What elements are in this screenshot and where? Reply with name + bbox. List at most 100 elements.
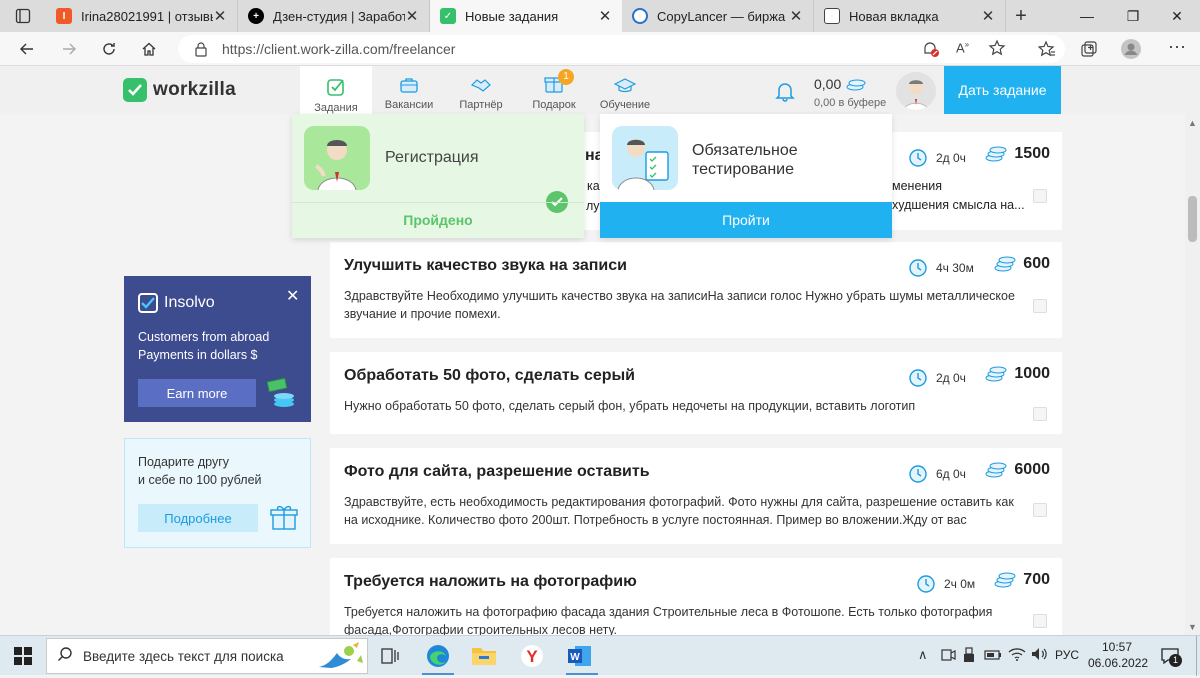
nav-vacancies[interactable]: Вакансии xyxy=(376,66,442,114)
nav-label: Вакансии xyxy=(384,99,434,111)
tray-overflow-icon[interactable]: ∧ xyxy=(918,647,928,663)
new-tab-button[interactable]: + xyxy=(1006,0,1036,32)
minimize-button[interactable]: — xyxy=(1064,0,1110,32)
nav-education[interactable]: Обучение xyxy=(596,66,654,114)
insolvo-brand: Insolvo xyxy=(164,294,215,311)
start-test-button[interactable]: Пройти xyxy=(600,202,892,238)
task-time: 2д 0ч xyxy=(908,148,966,168)
taskbar-search[interactable]: Введите здесь текст для поиска xyxy=(46,638,368,674)
volume-icon[interactable] xyxy=(1030,646,1048,667)
task-checkbox[interactable] xyxy=(1033,189,1047,203)
task-time: 2д 0ч xyxy=(908,368,966,388)
close-tab-icon[interactable]: ✕ xyxy=(981,7,995,25)
close-window-button[interactable]: ✕ xyxy=(1154,0,1200,32)
task-checkbox[interactable] xyxy=(1033,614,1047,628)
browser-tab-2[interactable]: + Дзен-студия | Заработок ✕ xyxy=(238,0,430,32)
browser-tab-3[interactable]: ✓ Новые задания ✕ xyxy=(430,0,622,32)
task-view-icon[interactable] xyxy=(376,642,404,670)
scroll-up-icon[interactable]: ▲ xyxy=(1188,118,1197,128)
close-promo-icon[interactable]: ✕ xyxy=(286,286,299,306)
url-field[interactable]: https://client.work-zilla.com/freelancer… xyxy=(178,35,1065,63)
notification-icon[interactable]: 1 xyxy=(1160,646,1182,671)
onboarding-popup: Регистрация Пройдено Обязательное тестир… xyxy=(292,114,892,240)
balance-row[interactable]: 0,00 xyxy=(814,76,869,92)
step-title: Регистрация xyxy=(385,149,479,166)
read-aloud-icon[interactable]: A» xyxy=(956,40,969,55)
word-app-icon[interactable]: W xyxy=(566,642,594,670)
close-tab-icon[interactable]: ✕ xyxy=(598,7,612,25)
nav-tasks[interactable]: Задания xyxy=(300,66,372,114)
task-card[interactable]: Требуется наложить на фотографию Требует… xyxy=(330,558,1062,637)
close-tab-icon[interactable]: ✕ xyxy=(789,7,803,25)
task-checkbox[interactable] xyxy=(1033,299,1047,313)
edge-app-icon[interactable] xyxy=(424,642,452,670)
nav-label: Подарок xyxy=(532,99,576,111)
site-header: workzilla Задания Вакансии Партнёр 1 Под… xyxy=(0,66,1200,114)
clock-icon xyxy=(909,465,927,483)
restore-button[interactable]: ❐ xyxy=(1110,0,1156,32)
blocked-popup-icon[interactable] xyxy=(922,40,940,63)
task-checkbox[interactable] xyxy=(1033,503,1047,517)
input-language[interactable]: РУС xyxy=(1055,648,1079,662)
tab-title: CopyLancer — биржа ко xyxy=(657,8,789,24)
earn-more-button[interactable]: Earn more xyxy=(138,379,256,407)
more-details-button[interactable]: Подробнее xyxy=(138,504,258,532)
task-card[interactable]: Фото для сайта, разрешение оставить Здра… xyxy=(330,448,1062,544)
back-icon[interactable] xyxy=(14,37,40,61)
close-tab-icon[interactable]: ✕ xyxy=(213,7,227,25)
promo-line: Payments in dollars $ xyxy=(138,348,258,362)
svg-text:Y: Y xyxy=(526,647,538,666)
meet-now-icon[interactable] xyxy=(940,647,956,668)
reload-icon[interactable] xyxy=(96,37,122,61)
task-desc-fragment: худшения смысла на... xyxy=(892,198,1025,212)
close-tab-icon[interactable]: ✕ xyxy=(405,7,419,25)
user-avatar[interactable] xyxy=(896,72,936,110)
yandex-browser-icon[interactable]: Y xyxy=(518,642,546,670)
test-illustration-icon xyxy=(612,126,678,190)
clock-area[interactable]: 10:57 06.06.2022 xyxy=(1088,639,1148,671)
coins-icon xyxy=(846,79,866,91)
nav-gift[interactable]: 1 Подарок xyxy=(524,66,584,114)
scrollbar-thumb[interactable] xyxy=(1188,196,1197,242)
tab-title: Новые задания xyxy=(465,8,559,24)
browser-tab-5[interactable]: Новая вкладка ✕ xyxy=(814,0,1006,32)
give-task-button[interactable]: Дать задание xyxy=(944,66,1061,114)
task-time: 2ч 0м xyxy=(916,574,975,594)
file-explorer-icon[interactable] xyxy=(470,642,498,670)
coins-icon xyxy=(994,256,1016,272)
clock-icon xyxy=(909,149,927,167)
workzilla-logo[interactable]: workzilla xyxy=(123,78,236,102)
profile-avatar-icon[interactable] xyxy=(1118,37,1144,61)
task-card[interactable]: Обработать 50 фото, сделать серый Нужно … xyxy=(330,352,1062,434)
notification-badge: 1 xyxy=(1169,654,1182,667)
promo-line: Customers from abroad xyxy=(138,330,270,344)
nav-partner[interactable]: Партнёр xyxy=(452,66,510,114)
forward-icon[interactable] xyxy=(56,37,82,61)
task-card[interactable]: Улучшить качество звука на записи Здравс… xyxy=(330,242,1062,338)
clock-time: 10:57 xyxy=(1101,640,1133,654)
lock-icon[interactable] xyxy=(194,41,208,62)
battery-icon[interactable] xyxy=(984,648,1002,667)
wifi-icon[interactable] xyxy=(1008,646,1026,667)
favorites-icon[interactable] xyxy=(1034,37,1060,61)
usb-icon[interactable] xyxy=(962,647,976,668)
show-desktop-button[interactable] xyxy=(1196,636,1200,676)
windows-start-icon[interactable] xyxy=(14,647,32,670)
scroll-down-icon[interactable]: ▼ xyxy=(1188,622,1197,632)
page-scrollbar[interactable] xyxy=(1185,114,1200,635)
bell-icon[interactable] xyxy=(773,79,797,108)
briefcase-icon xyxy=(376,66,442,94)
nav-label: Задания xyxy=(314,102,358,114)
collections-icon[interactable] xyxy=(1076,37,1102,61)
browser-tab-1[interactable]: I Irina28021991 | отзывы ✕ xyxy=(46,0,238,32)
tab-favicon-icon: ✓ xyxy=(440,8,456,24)
add-favorite-icon[interactable] xyxy=(988,39,1006,62)
browser-tab-4[interactable]: CopyLancer — биржа ко ✕ xyxy=(622,0,814,32)
tab-title: Дзен-студия | Заработок xyxy=(273,8,405,24)
task-checkbox[interactable] xyxy=(1033,407,1047,421)
task-description: Здравствуйте, есть необходимость редакти… xyxy=(344,495,1014,527)
home-icon[interactable] xyxy=(136,37,162,61)
tab-actions-icon[interactable] xyxy=(0,0,46,32)
step-status: Пройдено xyxy=(403,212,473,228)
more-menu-icon[interactable]: ··· xyxy=(1164,34,1190,58)
